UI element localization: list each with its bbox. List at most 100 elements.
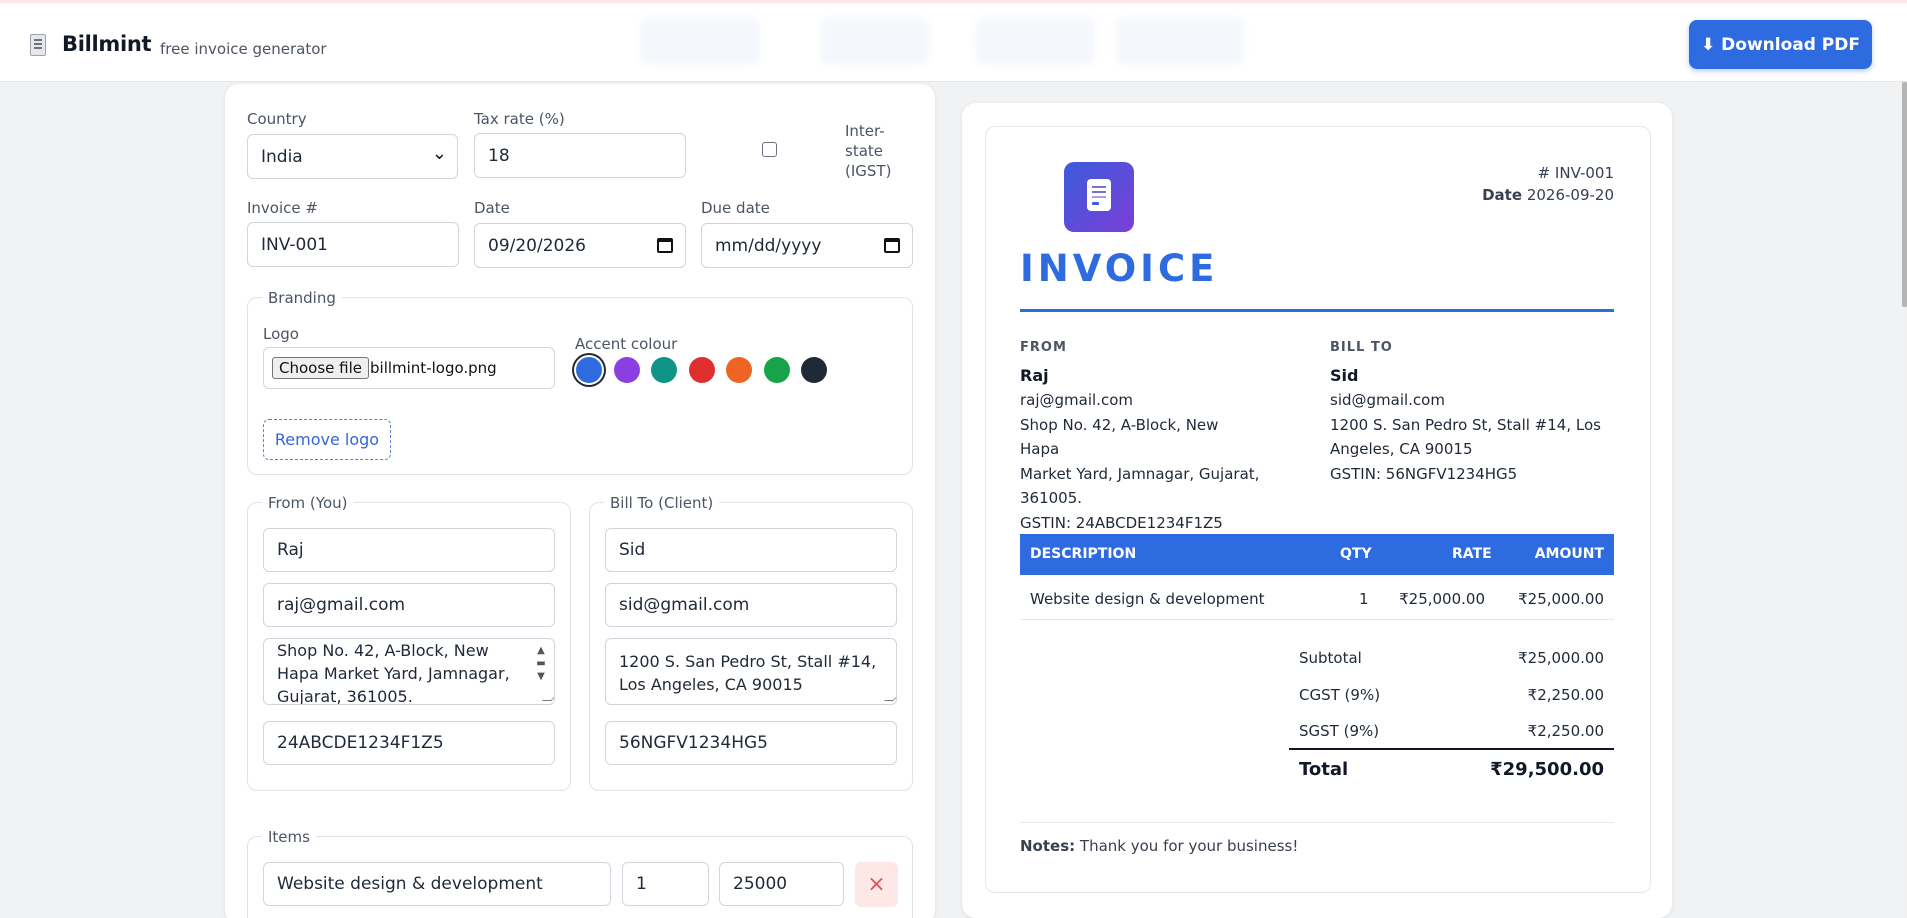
textarea-scroll-arrows[interactable]: ▲ ▬ ▼ [535,644,547,683]
download-pdf-button[interactable]: ⬇ Download PDF [1689,20,1872,69]
interstate-label-line2: state [845,142,883,160]
from-gstin-value: 24ABCDE1234F1Z5 [277,733,444,753]
line-item-row: Website design & development 1 ₹25,000.0… [1020,578,1614,620]
invoice-notes: Notes: Thank you for your business! [1020,837,1298,855]
item-description-input[interactable]: Website design & development [263,862,611,906]
item-qty-input[interactable]: 1 [622,862,709,906]
bill-to-detail-line: 1200 S. San Pedro St, Stall #14, Los [1330,415,1601,434]
resize-handle[interactable] [884,692,896,701]
from-detail-line: 361005. [1020,489,1083,507]
from-address-line: Shop No. 42, A-Block, New [277,641,489,660]
choose-file-button[interactable]: Choose file [272,357,369,379]
invoice-date-value: 2026-09-20 [1526,186,1614,204]
logo-file-input[interactable]: Choose file billmint-logo.png [263,347,555,389]
client-address-textarea[interactable]: 1200 S. San Pedro St, Stall #14, Los Ang… [605,638,897,705]
from-address-textarea[interactable]: Shop No. 42, A-Block, New Hapa Market Ya… [263,638,555,705]
document-icon [1087,179,1111,211]
from-name-value: Raj [277,540,304,560]
logo-file-name: billmint-logo.png [370,359,497,377]
item-description-value: Website design & development [277,874,543,894]
subtotal-label: Subtotal [1299,649,1362,667]
title-divider [1020,309,1614,312]
client-name-input[interactable]: Sid [605,528,897,572]
from-detail-line: Market Yard, Jamnagar, Gujarat, [1020,464,1260,483]
tax-rate-input[interactable]: 18 [474,133,686,178]
subtotal-value: ₹25,000.00 [1518,649,1604,667]
accent-swatch[interactable] [726,357,752,383]
logo-label: Logo [263,325,299,343]
total-value: ₹29,500.00 [1490,759,1604,780]
notes-label: Notes: [1020,837,1076,855]
from-address-line: Hapa Market Yard, Jamnagar, [277,664,510,683]
client-email-input[interactable]: sid@gmail.com [605,583,897,627]
from-email-value: raj@gmail.com [277,595,406,615]
brand-tagline: free invoice generator [160,40,327,58]
item-rate-input[interactable]: 25000 [719,862,844,906]
accent-colour-label: Accent colour [575,335,678,353]
interstate-label-line3: (IGST) [845,162,892,180]
client-address-line: 1200 S. San Pedro St, Stall #14, [619,652,877,671]
brand-name[interactable]: Billmint [62,32,152,56]
date-value: 09/20/2026 [488,235,586,256]
client-name-value: Sid [619,540,646,560]
invoice-number: # INV-001 [1537,164,1614,182]
line-item-description: Website design & development [1030,590,1265,608]
invoice-number-input[interactable]: INV-001 [247,222,459,267]
total-divider [1289,748,1614,750]
cgst-label: CGST (9%) [1299,686,1381,704]
col-rate: RATE [1452,546,1492,562]
from-detail-line: GSTIN: 24ABCDE1234F1Z5 [1020,513,1223,532]
line-item-qty: 1 [1359,590,1369,608]
interstate-label-line1: Inter- [845,122,885,140]
bill-to-heading: BILL TO [1330,340,1393,355]
branding-legend: Branding [262,289,342,307]
calendar-icon[interactable] [657,238,673,253]
close-icon: × [867,872,886,897]
date-label: Date [474,199,510,217]
from-email-input[interactable]: raj@gmail.com [263,583,555,627]
line-item-amount: ₹25,000.00 [1518,590,1604,608]
delete-item-button[interactable]: × [855,862,898,907]
item-qty-value: 1 [636,874,647,894]
calendar-icon[interactable] [884,238,900,253]
bill-to-details: sid@gmail.com 1200 S. San Pedro St, Stal… [1330,388,1610,486]
from-heading: FROM [1020,340,1067,355]
col-qty: QTY [1340,546,1372,562]
resize-handle[interactable] [542,692,554,701]
invoice-logo [1064,162,1134,232]
from-detail-line: raj@gmail.com [1020,391,1133,409]
accent-swatch[interactable] [688,357,715,383]
top-bar: Billmint free invoice generator ⬇ Downlo… [0,0,1907,82]
date-input[interactable]: 09/20/2026 [474,223,686,268]
sgst-label: SGST (9%) [1299,722,1380,740]
client-gstin-input[interactable]: 56NGFV1234HG5 [605,721,897,765]
country-select[interactable]: India [247,134,458,179]
from-name-input[interactable]: Raj [263,528,555,572]
from-name: Raj [1020,366,1049,385]
line-items-header: DESCRIPTION QTY RATE AMOUNT [1020,534,1614,575]
from-detail-line: Shop No. 42, A-Block, New Hapa [1020,415,1219,459]
blurred-nav-item [640,17,760,65]
bill-to-detail-line: Angeles, CA 90015 [1330,440,1473,458]
tax-rate-label: Tax rate (%) [474,110,565,128]
accent-swatch[interactable] [613,357,640,383]
accent-swatch[interactable] [801,357,827,383]
notes-divider [1020,822,1614,823]
due-date-label: Due date [701,199,770,217]
remove-logo-button[interactable]: Remove logo [263,419,391,460]
tax-rate-value: 18 [488,145,510,166]
page-scrollbar-thumb[interactable] [1902,82,1907,307]
blurred-nav-item [1115,17,1245,65]
bill-to-detail-line: sid@gmail.com [1330,391,1445,409]
accent-swatch[interactable] [576,357,602,383]
invoice-title: INVOICE [1020,247,1219,290]
accent-swatch[interactable] [651,357,677,383]
from-gstin-input[interactable]: 24ABCDE1234F1Z5 [263,721,555,765]
due-date-input[interactable]: mm/dd/yyyy [701,223,913,268]
interstate-checkbox[interactable] [762,142,777,157]
accent-swatch[interactable] [763,357,790,383]
bill-to-name: Sid [1330,366,1359,385]
blurred-nav-item [975,17,1095,65]
item-rate-value: 25000 [733,874,788,894]
invoice-date-label: Date [1482,186,1523,204]
